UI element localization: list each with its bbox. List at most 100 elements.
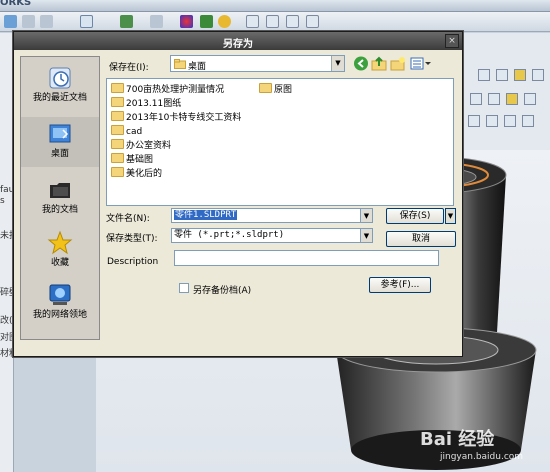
toolbar-tool-icon[interactable]	[306, 15, 319, 28]
chevron-down-icon[interactable]: ▼	[331, 56, 344, 71]
toolbar-tool-icon[interactable]	[22, 15, 35, 28]
toolbar-tool-icon[interactable]	[286, 15, 299, 28]
place-label: 我的文档	[41, 205, 78, 215]
filetype-value: 零件 (*.prt;*.sldprt)	[174, 230, 285, 240]
command-icon[interactable]	[468, 115, 480, 127]
description-field[interactable]	[174, 250, 439, 266]
command-icon[interactable]	[478, 69, 490, 81]
tree-text: fau	[0, 185, 14, 195]
save-as-dialog: 另存为 × 我的最近文档 桌面 我的文档 收藏 我的网络领地 保存在(I): 桌…	[13, 31, 463, 357]
list-item[interactable]: cad	[111, 125, 142, 138]
back-icon[interactable]	[353, 56, 369, 71]
tree-text: 改(伸	[0, 316, 14, 326]
save-button[interactable]: 保存(S)	[386, 208, 444, 224]
toolbar-tool-icon[interactable]	[218, 15, 231, 28]
filename-field[interactable]: 零件1.SLDPRT	[171, 208, 371, 223]
menu-bar: ORKS	[0, 0, 550, 12]
toolbar-color-icon[interactable]	[180, 15, 193, 28]
tree-text: 对图	[0, 333, 14, 343]
place-label: 桌面	[50, 149, 69, 159]
place-label: 我的最近文档	[32, 93, 87, 103]
chevron-down-icon[interactable]: ▼	[360, 228, 373, 243]
command-icon[interactable]	[532, 69, 544, 81]
list-item[interactable]: 700亩热处理护测量情况	[111, 83, 224, 96]
lookin-value: 桌面	[188, 62, 207, 72]
command-icon[interactable]	[470, 93, 482, 105]
star-icon	[47, 230, 73, 255]
place-network[interactable]: 我的网络领地	[21, 282, 99, 321]
baidu-watermark-url: jingyan.baidu.com	[440, 452, 524, 462]
list-item[interactable]: 2013年10卡特专线交工资料	[111, 111, 241, 124]
close-button[interactable]: ×	[445, 34, 459, 48]
filename-value: 零件1.SLDPRT	[174, 210, 238, 220]
command-icon[interactable]	[488, 93, 500, 105]
command-icon[interactable]	[496, 69, 508, 81]
command-icon[interactable]	[522, 115, 534, 127]
toolbar-tool-icon[interactable]	[266, 15, 279, 28]
place-recent-documents[interactable]: 我的最近文档	[21, 65, 99, 104]
desktop-icon	[49, 124, 71, 143]
new-folder-icon[interactable]	[390, 56, 406, 71]
chevron-down-icon[interactable]: ▼	[360, 208, 373, 223]
toolbar-tool-icon[interactable]	[120, 15, 133, 28]
view-menu-icon[interactable]	[410, 56, 432, 71]
file-list[interactable]: 700亩热处理护测量情况 原图 2013.11图纸 2013年10卡特专线交工资…	[106, 78, 454, 206]
filetype-select[interactable]: 零件 (*.prt;*.sldprt)	[171, 228, 371, 243]
folder-icon	[111, 111, 124, 121]
command-panel	[460, 33, 550, 153]
folder-icon	[111, 97, 124, 107]
cancel-button[interactable]: 取消	[386, 231, 456, 247]
dialog-titlebar[interactable]: 另存为 ×	[14, 32, 462, 50]
tree-text: 碎壁	[0, 288, 14, 298]
up-folder-icon[interactable]	[371, 56, 387, 71]
place-desktop[interactable]: 桌面	[21, 117, 99, 167]
list-item[interactable]: 办公室资料	[111, 139, 171, 152]
toolbar	[0, 12, 550, 32]
folder-icon	[50, 183, 70, 198]
folder-icon	[259, 83, 272, 93]
toolbar-zoom-icon[interactable]	[80, 15, 93, 28]
toolbar-tool-icon[interactable]	[150, 15, 163, 28]
app-brand: ORKS	[0, 0, 32, 8]
place-label: 我的网络领地	[32, 310, 87, 320]
list-item[interactable]: 2013.11图纸	[111, 97, 181, 110]
filename-label: 文件名(N):	[106, 214, 150, 224]
command-icon[interactable]	[504, 115, 516, 127]
toolbar-tool-icon[interactable]	[4, 15, 17, 28]
lookin-label: 保存在(I):	[109, 63, 149, 73]
command-icon[interactable]	[514, 69, 526, 81]
save-copy-label: 另存备份档(A)	[193, 286, 252, 296]
baidu-watermark: Bai 经验	[420, 429, 495, 450]
place-label: 收藏	[50, 258, 69, 268]
places-bar: 我的最近文档 桌面 我的文档 收藏 我的网络领地	[20, 56, 100, 340]
place-favorites[interactable]: 收藏	[21, 230, 99, 269]
command-icon[interactable]	[506, 93, 518, 105]
recent-icon	[49, 67, 71, 89]
toolbar-tool-icon[interactable]	[200, 15, 213, 28]
place-my-documents[interactable]: 我的文档	[21, 177, 99, 216]
command-icon[interactable]	[486, 115, 498, 127]
save-dropdown-button[interactable]: ▼	[445, 208, 456, 224]
list-item[interactable]: 美化后的	[111, 167, 162, 180]
feature-tree-panel: fau s 未指 碎壁 改(伸 对图 材料	[0, 33, 14, 472]
tree-text: 材料	[0, 349, 14, 359]
lookin-select[interactable]: 桌面 ▼	[170, 55, 345, 72]
list-item[interactable]: 基础图	[111, 153, 153, 166]
toolbar-tool-icon[interactable]	[40, 15, 53, 28]
folder-icon	[111, 167, 124, 177]
command-icon[interactable]	[524, 93, 536, 105]
network-icon	[49, 284, 71, 305]
description-label: Description	[107, 257, 159, 267]
dialog-title: 另存为	[223, 39, 253, 50]
folder-icon	[111, 153, 124, 163]
tree-text: 未指	[0, 231, 14, 241]
folder-icon	[111, 139, 124, 149]
folder-icon	[174, 59, 186, 69]
save-copy-checkbox[interactable]	[179, 283, 189, 293]
filetype-label: 保存类型(T):	[106, 234, 158, 244]
toolbar-tool-icon[interactable]	[246, 15, 259, 28]
reference-button[interactable]: 参考(F)...	[369, 277, 431, 293]
list-item[interactable]: 原图	[259, 83, 292, 96]
tree-text: s	[0, 196, 5, 206]
folder-icon	[111, 83, 124, 93]
